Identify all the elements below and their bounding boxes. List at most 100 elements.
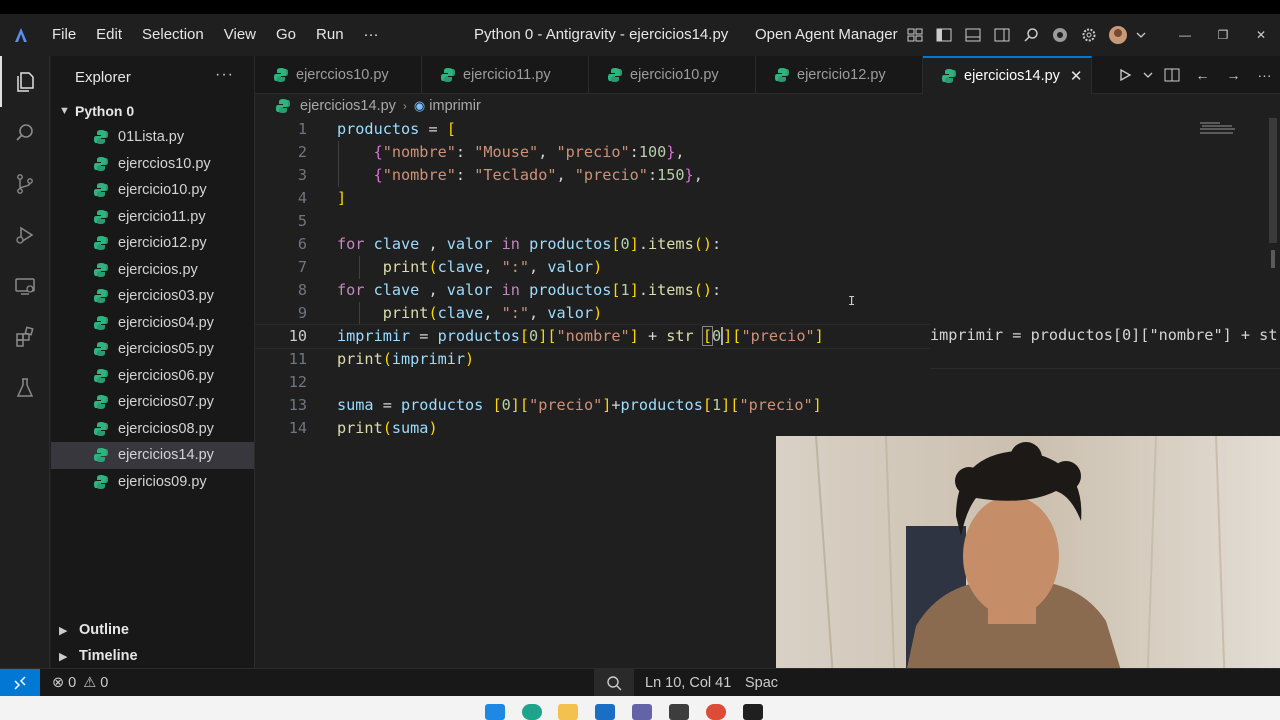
antigravity-logo-icon <box>0 14 42 56</box>
code-text: print(clave, ":", valor) <box>382 258 603 276</box>
file-item[interactable]: ejercicios04.py <box>51 310 254 337</box>
file-item[interactable]: ejercicios03.py <box>51 283 254 310</box>
run-python-file-icon[interactable] <box>1109 56 1140 94</box>
explorer-icon[interactable] <box>0 56 50 107</box>
remote-indicator-icon[interactable] <box>0 668 40 697</box>
go-back-icon[interactable]: ← <box>1187 56 1218 94</box>
windows-start-icon[interactable] <box>485 704 505 720</box>
python-file-icon <box>93 262 109 278</box>
problems-indicator[interactable]: ⊗ 0 ⚠ 0 <box>52 675 108 691</box>
python-file-icon <box>941 68 957 84</box>
breadcrumb-symbol[interactable]: imprimir <box>429 98 481 114</box>
breadcrumb-file[interactable]: ejercicios14.py <box>300 98 396 114</box>
line-number: 13 <box>288 396 307 414</box>
editor-tab[interactable]: ejercicios14.py ✕ <box>923 56 1092 94</box>
remote-explorer-icon[interactable] <box>0 260 50 311</box>
outline-section[interactable]: ▶ Outline <box>51 617 255 643</box>
file-label: ejercicios05.py <box>118 341 214 358</box>
split-editor-icon[interactable] <box>1156 56 1187 94</box>
go-forward-icon[interactable]: → <box>1218 56 1249 94</box>
file-item[interactable]: ejercicio11.py <box>51 204 254 231</box>
open-agent-manager-button[interactable]: Open Agent Manager <box>755 14 898 56</box>
file-item[interactable]: ejerccios10.py <box>51 151 254 178</box>
toggle-panel-icon[interactable] <box>958 14 987 56</box>
cursor-position[interactable]: Ln 10, Col 41 <box>645 669 731 697</box>
file-item[interactable]: ejercicio12.py <box>51 230 254 257</box>
explorer-title: Explorer <box>75 68 131 86</box>
top-letterbox <box>0 0 1280 14</box>
python-file-icon <box>93 474 109 490</box>
file-item[interactable]: ejericios09.py <box>51 469 254 496</box>
warning-count: 0 <box>100 674 109 691</box>
file-item[interactable]: ejercicios06.py <box>51 363 254 390</box>
editor-tab[interactable]: ejerccios10.py <box>255 56 422 94</box>
file-item[interactable]: ejercicios07.py <box>51 389 254 416</box>
source-control-icon[interactable] <box>0 158 50 209</box>
settings-gear-icon[interactable] <box>1074 14 1103 56</box>
menu-run[interactable]: Run <box>306 14 354 56</box>
minimize-icon[interactable]: — <box>1166 14 1204 56</box>
editor-tab[interactable]: ejercicio10.py <box>589 56 756 94</box>
minimap-line <box>1200 128 1235 130</box>
antigravity-taskbar-icon[interactable] <box>743 704 763 720</box>
file-item[interactable]: ejercicios08.py <box>51 416 254 443</box>
edge-browser-icon[interactable] <box>522 704 542 720</box>
tab-label: ejercicio10.py <box>630 67 719 83</box>
outline-label: Outline <box>79 622 129 638</box>
python-file-icon <box>93 447 109 463</box>
code-text: {"nombre": "Teclado", "precio":150}, <box>373 166 703 184</box>
menu-edit[interactable]: Edit <box>86 14 132 56</box>
menu-file[interactable]: File <box>42 14 86 56</box>
account-avatar-icon[interactable] <box>1103 14 1132 56</box>
chevron-right-icon: ▶ <box>59 650 68 663</box>
code-line: 9 print(clave, ":", valor) <box>255 302 1280 325</box>
chevron-down-icon[interactable] <box>1140 56 1156 94</box>
menu-more[interactable]: ··· <box>354 14 389 56</box>
chevron-down-icon[interactable] <box>1132 14 1150 56</box>
restore-icon[interactable]: ❐ <box>1204 14 1242 56</box>
file-item[interactable]: ejercicios05.py <box>51 336 254 363</box>
search-view-icon[interactable] <box>0 107 50 158</box>
toggle-sidebar-icon[interactable] <box>929 14 958 56</box>
file-label: ejercicios03.py <box>118 288 214 305</box>
folder-python-0[interactable]: ▼ Python 0 <box>51 98 254 124</box>
browser-icon[interactable] <box>1045 14 1074 56</box>
menu-go[interactable]: Go <box>266 14 306 56</box>
explorer-more-icon[interactable]: ··· <box>215 66 234 84</box>
code-line: 7 print(clave, ":", valor) <box>255 256 1280 279</box>
explorer-sidebar: Explorer ··· ▼ Python 0 01Lista.py ejercc… <box>51 56 255 668</box>
chrome-icon[interactable] <box>706 704 726 720</box>
editor-tab[interactable]: ejercicio12.py <box>756 56 923 94</box>
app-icon[interactable] <box>669 704 689 720</box>
chevron-right-icon: ▶ <box>59 624 68 637</box>
testing-flask-icon[interactable] <box>0 362 50 413</box>
timeline-section[interactable]: ▶ Timeline <box>51 643 255 669</box>
file-item[interactable]: 01Lista.py <box>51 124 254 151</box>
file-explorer-icon[interactable] <box>558 704 578 720</box>
close-window-icon[interactable]: ✕ <box>1242 14 1280 56</box>
more-actions-icon[interactable]: ··· <box>1249 56 1280 94</box>
file-item[interactable]: ejercicio10.py <box>51 177 254 204</box>
editor-tab[interactable]: ejercicio11.py <box>422 56 589 94</box>
zoom-icon[interactable] <box>594 669 634 697</box>
editor-scrollbar[interactable] <box>1269 118 1277 243</box>
file-item[interactable]: ejercicios.py <box>51 257 254 284</box>
toggle-secondary-sidebar-icon[interactable] <box>987 14 1016 56</box>
menu-view[interactable]: View <box>214 14 266 56</box>
code-text: for clave , valor in productos[1].items(… <box>337 281 722 299</box>
file-item[interactable]: ejercicios14.py <box>51 442 254 469</box>
layout-icon[interactable] <box>900 14 929 56</box>
menu-selection[interactable]: Selection <box>132 14 214 56</box>
store-icon[interactable] <box>595 704 615 720</box>
code-line: 13 suma = productos [0]["precio"]+product… <box>255 394 1280 417</box>
teams-icon[interactable] <box>632 704 652 720</box>
code-text: print(imprimir) <box>337 350 475 368</box>
close-tab-icon[interactable]: ✕ <box>1070 67 1083 85</box>
indentation-setting[interactable]: Spac <box>745 669 778 697</box>
search-icon[interactable] <box>1016 14 1045 56</box>
run-debug-icon[interactable] <box>0 209 50 260</box>
editor-tabs: ejerccios10.py ejercicio11.py ejercicio10.… <box>255 56 1280 94</box>
extensions-icon[interactable] <box>0 311 50 362</box>
python-file-icon <box>607 67 623 83</box>
code-text: for clave , valor in productos[0].items(… <box>337 235 722 253</box>
